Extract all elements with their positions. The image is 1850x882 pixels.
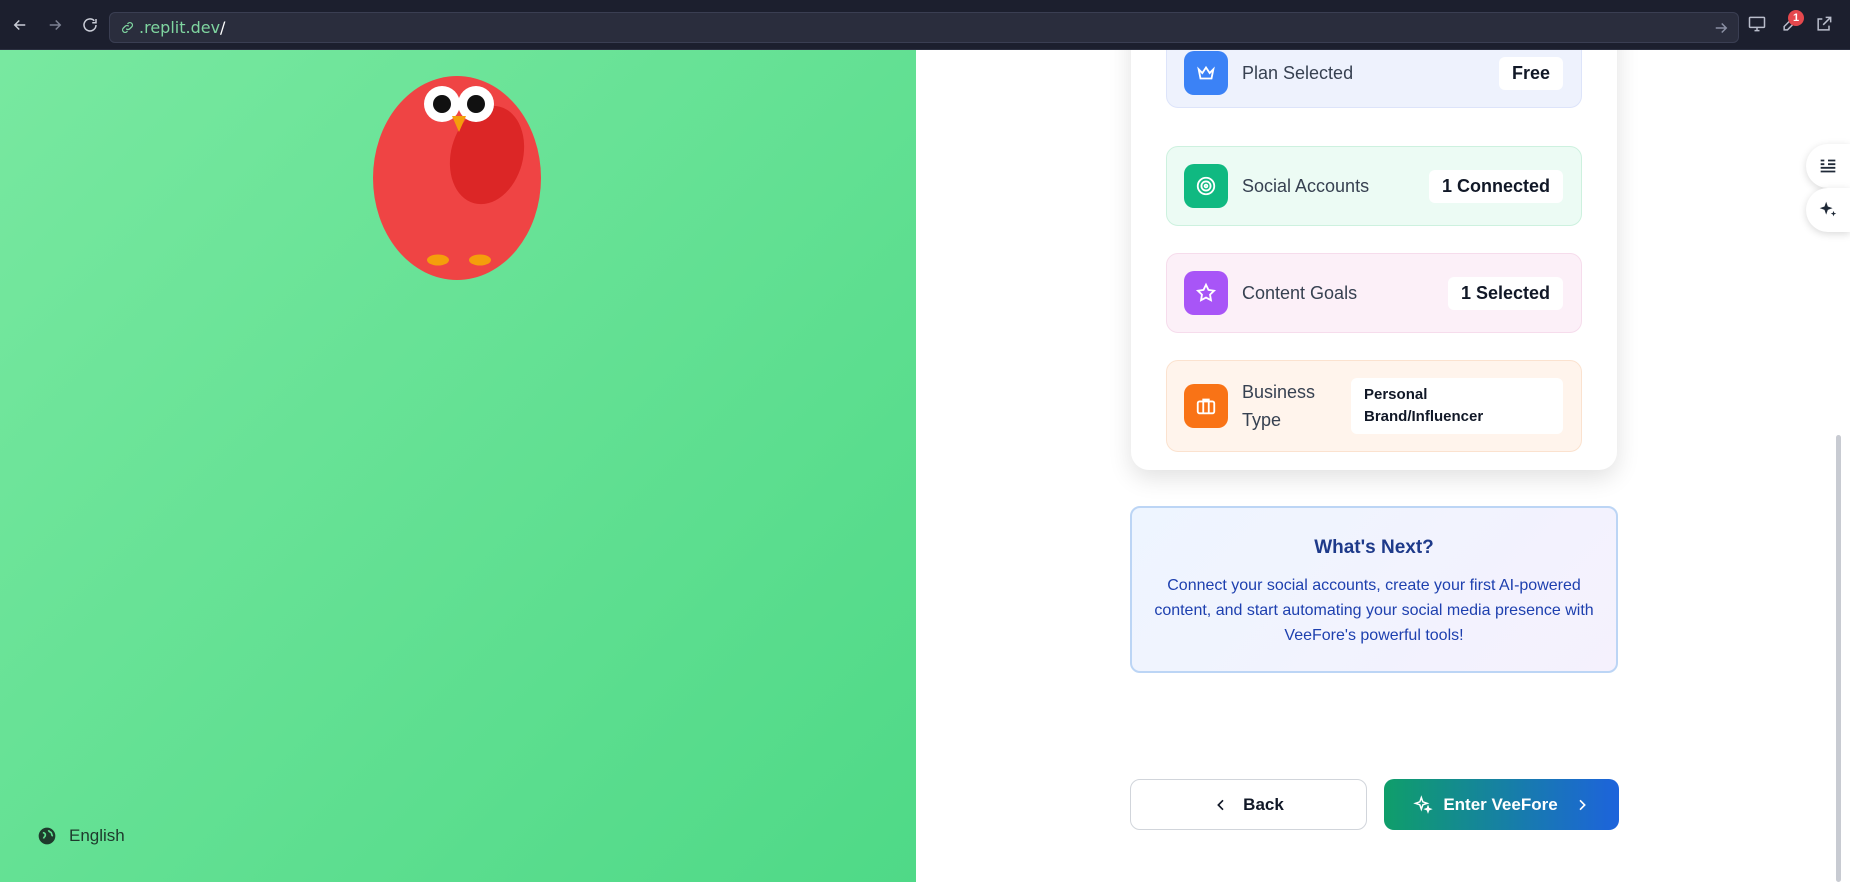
summary-value: Free [1498, 56, 1563, 90]
url-text: .replit.dev/ [139, 18, 226, 37]
back-arrow-icon[interactable] [9, 14, 31, 36]
enter-button-label: Enter VeeFore [1443, 794, 1558, 814]
summary-label: Social Accounts [1242, 175, 1370, 196]
enter-veefore-button[interactable]: Enter VeeFore [1384, 779, 1619, 830]
link-icon [122, 22, 133, 33]
reload-icon[interactable] [79, 14, 101, 36]
illustration-panel: English [0, 50, 916, 882]
page-scrollbar[interactable] [1836, 435, 1841, 882]
crown-icon [1184, 51, 1228, 95]
summary-value: 1 Connected [1428, 169, 1563, 203]
page: English Plan Selected Free Social Accoun… [0, 50, 1850, 882]
go-arrow-icon[interactable] [1712, 19, 1730, 37]
summary-row-goals: Content Goals 1 Selected [1166, 253, 1582, 333]
whats-next-body: Connect your social accounts, create you… [1154, 577, 1594, 644]
open-external-icon[interactable] [1814, 14, 1836, 36]
summary-value: 1 Selected [1447, 276, 1563, 310]
sparkles-icon [1413, 794, 1434, 814]
whats-next-panel: What's Next? Connect your social account… [1130, 506, 1618, 673]
chevron-right-icon [1579, 799, 1586, 810]
star-icon [1184, 271, 1228, 315]
briefcase-icon [1184, 384, 1228, 428]
summary-label: Plan Selected [1242, 62, 1354, 83]
summary-value: Personal Brand/Influencer [1351, 378, 1563, 434]
summary-label: Content Goals [1242, 282, 1358, 303]
back-button-label: Back [1243, 794, 1284, 814]
browser-toolbar: .replit.dev/ 1 [0, 0, 1850, 50]
setup-summary-card: Plan Selected Free Social Accounts 1 Con… [1131, 50, 1617, 470]
globe-icon [38, 827, 56, 845]
notification-badge: 1 [1788, 10, 1804, 26]
language-label: English [69, 826, 125, 845]
back-button[interactable]: Back [1130, 779, 1367, 830]
summary-row-social: Social Accounts 1 Connected [1166, 146, 1582, 226]
forward-arrow-icon[interactable] [44, 14, 66, 36]
desktop-icon[interactable] [1747, 14, 1769, 36]
summary-label: Business Type [1242, 382, 1316, 430]
language-selector[interactable]: English [37, 826, 125, 846]
address-bar[interactable]: .replit.dev/ [109, 12, 1739, 43]
captions-icon[interactable] [1806, 144, 1850, 188]
target-icon [1184, 164, 1228, 208]
summary-row-business: Business Type Personal Brand/Influencer [1166, 360, 1582, 452]
chevron-left-icon [1217, 799, 1224, 810]
ai-sparkle-icon[interactable] [1806, 188, 1850, 232]
summary-row-plan: Plan Selected Free [1166, 50, 1582, 108]
owl-mascot-illustration [373, 76, 541, 280]
whats-next-title: What's Next? [1314, 537, 1434, 558]
